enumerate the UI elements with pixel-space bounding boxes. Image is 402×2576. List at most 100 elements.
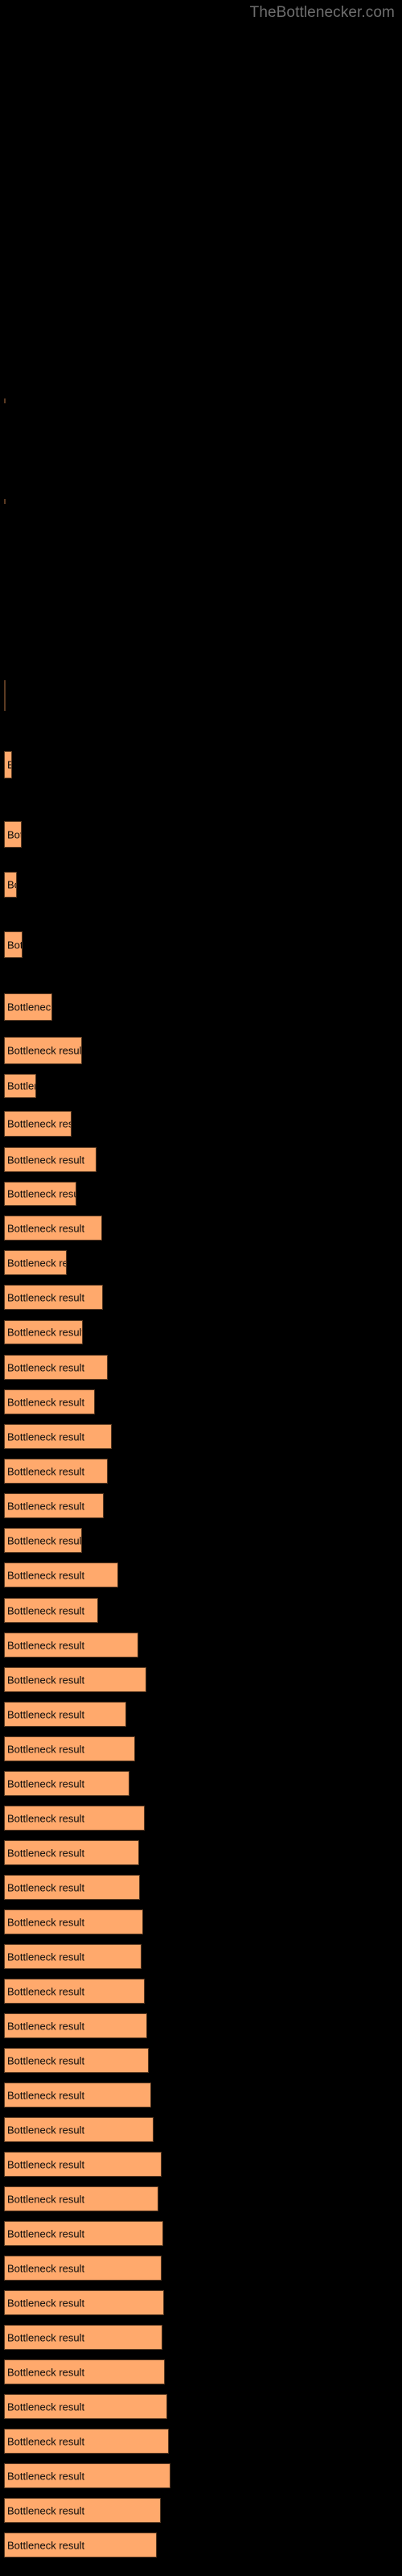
bar-segment[interactable]: Bottleneck result — [4, 1528, 82, 1553]
bar-label: Bottleneck result — [7, 759, 11, 771]
bar-label: Bottleneck result — [7, 1569, 85, 1581]
bar-label: Bottleneck result — [7, 1044, 82, 1057]
bar-row: Bottleneck result — [0, 1355, 402, 1380]
bar-segment[interactable]: Bottleneck result — [4, 1702, 126, 1727]
bar-row: Bottleneck result — [0, 2083, 402, 2107]
bar-label: Bottleneck result — [7, 1639, 85, 1651]
bar-segment[interactable]: Bottleneck result — [4, 1563, 118, 1587]
bar-row: Bottleneck result — [0, 680, 402, 711]
bar-row: Bottleneck result — [0, 2533, 402, 2557]
bar-segment[interactable]: Bottleneck result — [4, 1320, 83, 1344]
bar-segment[interactable]: Bottleneck result — [4, 2394, 167, 2419]
bar-segment[interactable]: Bottleneck result — [4, 2117, 154, 2142]
bar-row: Bottleneck result — [0, 751, 402, 778]
bar-segment[interactable]: Bottleneck result — [4, 1667, 146, 1692]
bar-row: Bottleneck result — [0, 872, 402, 898]
bar-segment[interactable]: Bottleneck result — [4, 2013, 147, 2038]
bar-row: Bottleneck result — [0, 1285, 402, 1310]
bar-segment[interactable]: Bottleneck result — [4, 499, 6, 504]
bar-label: Bottleneck result — [7, 2089, 85, 2101]
bar-row: Bottleneck result — [0, 2117, 402, 2142]
bar-segment[interactable]: Bottleneck result — [4, 1736, 135, 1761]
bar-row: Bottleneck result — [0, 2429, 402, 2454]
bar-segment[interactable]: Bottleneck result — [4, 2359, 165, 2384]
bar-row: Bottleneck result — [0, 1037, 402, 1064]
bar-segment[interactable]: Bottleneck result — [4, 1389, 95, 1414]
bar-segment[interactable]: Bottleneck result — [4, 993, 52, 1021]
bar-segment[interactable]: Bottleneck result — [4, 2498, 161, 2523]
bar-label: Bottleneck result — [7, 1985, 85, 1997]
bar-segment[interactable]: Bottleneck result — [4, 1944, 142, 1969]
bar-segment[interactable]: Bottleneck result — [4, 1147, 96, 1172]
bar-segment[interactable]: Bottleneck result — [4, 1493, 104, 1518]
bar-segment[interactable]: Bottleneck result — [4, 2290, 164, 2315]
bar-segment[interactable]: Bottleneck result — [4, 1250, 67, 1275]
bar-label: Bottleneck result — [7, 1326, 83, 1339]
bar-segment[interactable]: Bottleneck result — [4, 680, 6, 711]
bar-row: Bottleneck result — [0, 1702, 402, 1727]
bar-segment[interactable]: Bottleneck result — [4, 2152, 162, 2177]
bar-segment[interactable]: Bottleneck result — [4, 2186, 158, 2211]
bar-label: Bottleneck result — [7, 1604, 85, 1616]
bar-row: Bottleneck result — [0, 1111, 402, 1137]
bar-label: Bottleneck result — [7, 2054, 85, 2066]
bar-row: Bottleneck result — [0, 1216, 402, 1241]
bar-label: Bottleneck result — [7, 1222, 85, 1234]
bar-label: Bottleneck result — [7, 2331, 85, 2343]
bar-segment[interactable]: Bottleneck result — [4, 1598, 98, 1623]
bar-segment[interactable]: Bottleneck result — [4, 2429, 169, 2454]
bar-segment[interactable]: Bottleneck result — [4, 1424, 112, 1449]
bar-segment[interactable]: Bottleneck result — [4, 2533, 157, 2557]
bar-segment[interactable]: Bottleneck result — [4, 1037, 82, 1064]
bar-segment[interactable]: Bottleneck result — [4, 2256, 162, 2281]
bar-segment[interactable]: Bottleneck result — [4, 2221, 163, 2246]
bar-label: Bottleneck result — [7, 1001, 52, 1013]
bar-label: Bottleneck result — [7, 1430, 85, 1443]
bar-segment[interactable]: Bottleneck result — [4, 872, 17, 898]
bar-segment[interactable]: Bottleneck result — [4, 1285, 103, 1310]
bar-segment[interactable]: Bottleneck result — [4, 1355, 108, 1380]
bar-label: Bottleneck result — [7, 939, 22, 951]
bar-row: Bottleneck result — [0, 821, 402, 848]
bar-label: Bottleneck result — [7, 1291, 85, 1303]
bar-row: Bottleneck result — [0, 1182, 402, 1206]
bar-segment[interactable]: Bottleneck result — [4, 1875, 140, 1900]
bar-row: Bottleneck result — [0, 1944, 402, 1969]
bar-label: Bottleneck result — [7, 1708, 85, 1720]
bar-segment[interactable]: Bottleneck result — [4, 1840, 139, 1865]
bar-segment[interactable]: Bottleneck result — [4, 1806, 145, 1831]
bar-segment[interactable]: Bottleneck result — [4, 1074, 36, 1098]
bar-segment[interactable]: Bottleneck result — [4, 1182, 76, 1206]
bar-row: Bottleneck result — [0, 1633, 402, 1657]
bar-row: Bottleneck result — [0, 2256, 402, 2281]
bar-segment[interactable]: Bottleneck result — [4, 2325, 162, 2350]
bar-label: Bottleneck result — [7, 1361, 85, 1373]
bar-label: Bottleneck result — [7, 1743, 85, 1755]
bar-segment[interactable]: Bottleneck result — [4, 1216, 102, 1241]
bar-row: Bottleneck result — [0, 1771, 402, 1796]
bar-segment[interactable]: Bottleneck result — [4, 1633, 138, 1657]
bar-segment[interactable]: Bottleneck result — [4, 821, 22, 848]
bar-label: Bottleneck result — [7, 2193, 85, 2205]
bar-segment[interactable]: Bottleneck result — [4, 751, 12, 778]
bar-segment[interactable]: Bottleneck result — [4, 398, 6, 403]
bar-segment[interactable]: Bottleneck result — [4, 1909, 143, 1934]
bar-row: Bottleneck result — [0, 2152, 402, 2177]
bar-row: Bottleneck result — [0, 1909, 402, 1934]
bar-label: Bottleneck result — [7, 2401, 85, 2413]
bar-label: Bottleneck result — [7, 2366, 85, 2378]
bar-label: Bottleneck result — [7, 2262, 85, 2274]
bar-segment[interactable]: Bottleneck result — [4, 1771, 129, 1796]
bar-label: Bottleneck result — [7, 2020, 85, 2032]
bar-label: Bottleneck result — [7, 1674, 85, 1686]
bar-segment[interactable]: Bottleneck result — [4, 931, 23, 958]
bar-segment[interactable]: Bottleneck result — [4, 1111, 72, 1137]
bar-segment[interactable]: Bottleneck result — [4, 1979, 145, 2004]
bar-row: Bottleneck result — [0, 1320, 402, 1344]
bar-label: Bottleneck result — [7, 1396, 85, 1408]
bar-segment[interactable]: Bottleneck result — [4, 2048, 149, 2073]
bar-row: Bottleneck result — [0, 1074, 402, 1098]
bar-segment[interactable]: Bottleneck result — [4, 2463, 170, 2488]
bar-segment[interactable]: Bottleneck result — [4, 1459, 108, 1484]
bar-segment[interactable]: Bottleneck result — [4, 2083, 151, 2107]
